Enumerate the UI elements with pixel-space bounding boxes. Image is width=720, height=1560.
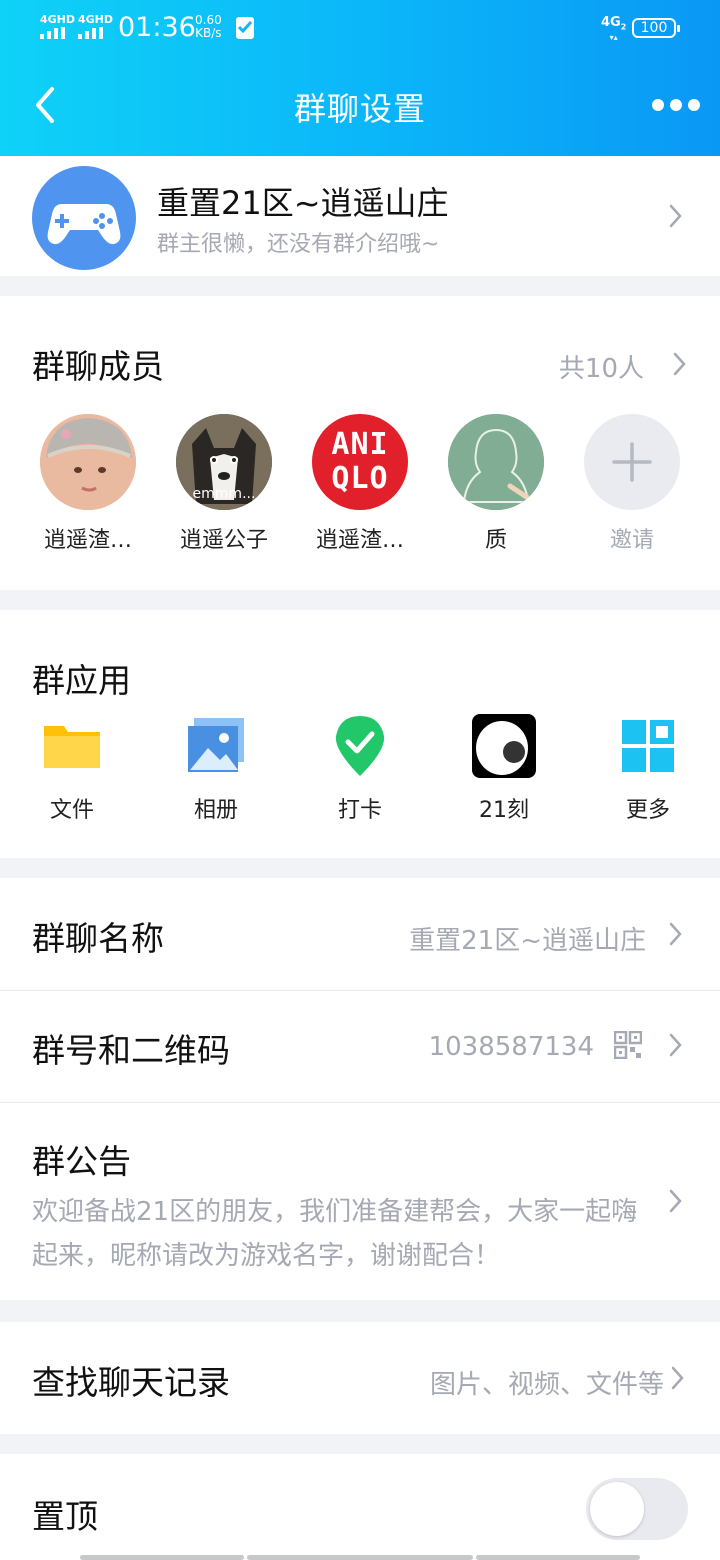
pin-top-label: 置顶 [32, 1497, 98, 1536]
signal-2-label: 4GHD [78, 13, 114, 26]
apps-title: 群应用 [32, 661, 131, 700]
signal-1-label: 4GHD [40, 13, 76, 26]
chevron-right-icon [669, 1033, 682, 1057]
battery-icon: 100 [632, 18, 680, 38]
chevron-right-icon [669, 204, 682, 228]
nav-bar-segment [247, 1555, 473, 1560]
status-bar: 4GHD 4GHD 01:36 0.60 KB/s 4G2 ▾▴ 100 [0, 0, 720, 58]
group-name-value: 重置21区~逍遥山庄 [409, 926, 646, 956]
chevron-right-icon [669, 922, 682, 946]
app-label: 打卡 [337, 798, 382, 823]
app-label: 相册 [193, 798, 238, 823]
check-notification-icon [236, 17, 254, 39]
member-avatar [40, 414, 136, 510]
uniqlo-logo: ANI QLO [312, 428, 408, 496]
app-21ke[interactable]: 21刻 [444, 714, 564, 824]
member-avatar [448, 414, 544, 510]
member-avatar: emmm... [176, 414, 272, 510]
penguin-sketch-icon [448, 414, 544, 510]
member-avatar: ANI QLO [312, 414, 408, 510]
signal-bars-icon [78, 27, 113, 39]
dot-icon [670, 99, 682, 111]
app-check-in[interactable]: 打卡 [300, 714, 420, 824]
network-label: 4G [601, 15, 621, 30]
logo-line-1: ANI [331, 427, 389, 462]
folder-icon [40, 714, 104, 778]
app-files[interactable]: 文件 [12, 714, 132, 824]
baby-photo-icon [40, 414, 136, 510]
signal-bars-icon [40, 27, 75, 39]
more-options-button[interactable] [652, 92, 702, 118]
signal-2: 4GHD [78, 14, 113, 39]
app-label: 21刻 [479, 798, 529, 823]
plus-icon [612, 442, 652, 482]
invite-button[interactable]: 邀请 [567, 414, 697, 554]
data-arrows-icon: ▾▴ [609, 32, 618, 42]
notice-label: 群公告 [32, 1142, 131, 1181]
notice-text: 欢迎备战21区的朋友，我们准备建帮会，大家一起嗨起来，昵称请改为游戏名字，谢谢配… [32, 1197, 638, 1271]
nav-bar-segment [80, 1555, 244, 1560]
group-name-row[interactable]: 群聊名称 重置21区~逍遥山庄 [0, 878, 720, 990]
members-section: 群聊成员 共10人 逍遥渣… emmm... 逍遥公子 ANI QLO 逍遥渣…… [0, 296, 720, 590]
group-id-value: 1038587134 [428, 1032, 594, 1062]
group-id-row[interactable]: 群号和二维码 1038587134 [0, 991, 720, 1102]
search-history-hint: 图片、视频、文件等 [429, 1370, 664, 1400]
nav-bar-segment [476, 1555, 640, 1560]
member-count[interactable]: 共10人 [559, 348, 644, 385]
search-history-label: 查找聊天记录 [32, 1363, 230, 1402]
chevron-right-icon [671, 1366, 684, 1390]
member-item[interactable]: 质 [431, 414, 561, 554]
member-name: 逍遥公子 [179, 528, 268, 553]
chevron-right-icon [669, 1189, 682, 1213]
pin-top-toggle[interactable] [586, 1478, 688, 1540]
chevron-right-icon[interactable] [672, 350, 688, 378]
member-name: 质 [484, 528, 507, 553]
app-more[interactable]: 更多 [588, 714, 708, 824]
group-name-label: 群聊名称 [32, 919, 164, 958]
group-name: 重置21区~逍遥山庄 [157, 184, 449, 222]
group-apps-section: 群应用 文件 相册 打卡 21刻 更多 [0, 610, 720, 858]
status-time: 01:36 [118, 12, 196, 43]
member-name: 逍遥渣… [43, 528, 132, 553]
qr-code-icon [614, 1031, 642, 1059]
eye-icon [472, 714, 536, 778]
search-history-row[interactable]: 查找聊天记录 图片、视频、文件等 [0, 1322, 720, 1434]
speed-unit: KB/s [195, 26, 222, 40]
group-info-row[interactable]: 重置21区~逍遥山庄 群主很懒，还没有群介绍哦~ [0, 156, 720, 276]
app-album[interactable]: 相册 [156, 714, 276, 824]
invite-label: 邀请 [609, 528, 654, 553]
app-label: 文件 [49, 798, 94, 823]
group-avatar [32, 166, 136, 270]
members-title: 群聊成员 [32, 347, 164, 386]
network-speed: 0.60 KB/s [195, 14, 222, 40]
battery-level: 100 [640, 20, 668, 36]
logo-line-2: QLO [331, 461, 389, 496]
network-sub: 2 [620, 22, 627, 32]
network-type: 4G2 ▾▴ [601, 16, 626, 42]
invite-circle [584, 414, 680, 510]
grid-icon [616, 714, 680, 778]
page-title: 群聊设置 [293, 90, 426, 128]
group-intro: 群主很懒，还没有群介绍哦~ [157, 232, 440, 257]
member-item[interactable]: emmm... 逍遥公子 [159, 414, 289, 554]
header: 4GHD 4GHD 01:36 0.60 KB/s 4G2 ▾▴ 100 群聊设… [0, 0, 720, 156]
signal-1: 4GHD [40, 14, 75, 39]
member-name: 逍遥渣… [315, 528, 404, 553]
member-item[interactable]: ANI QLO 逍遥渣… [295, 414, 425, 554]
dot-icon [652, 99, 664, 111]
gamepad-icon [47, 204, 121, 245]
app-label: 更多 [625, 798, 670, 823]
dot-icon [688, 99, 700, 111]
member-item[interactable]: 逍遥渣… [23, 414, 153, 554]
toggle-knob [590, 1482, 644, 1536]
photo-album-icon [184, 714, 248, 778]
group-id-label: 群号和二维码 [32, 1031, 230, 1070]
check-in-icon [328, 714, 392, 778]
avatar-caption: emmm... [192, 486, 256, 502]
